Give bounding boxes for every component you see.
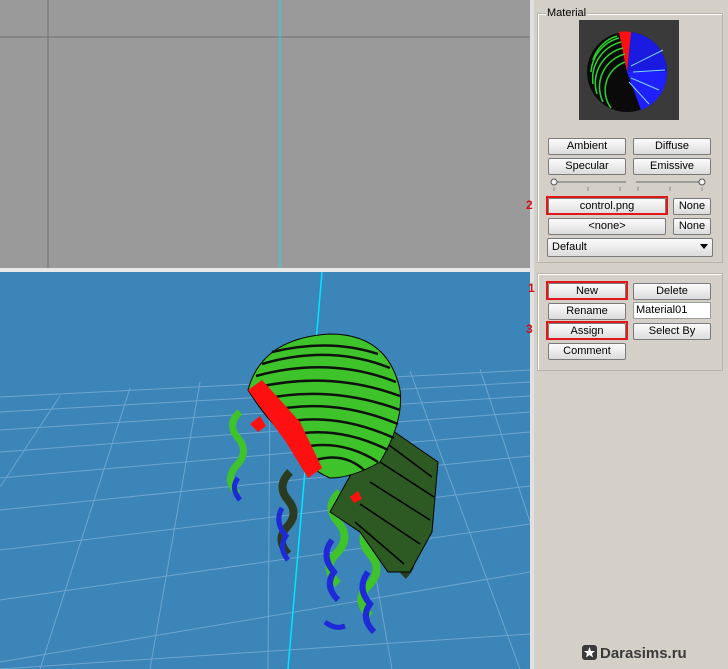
specular-button[interactable]: Specular — [548, 158, 626, 175]
watermark-text: Darasims.ru — [600, 645, 687, 662]
ambient-button[interactable]: Ambient — [548, 138, 626, 155]
star-badge-icon — [582, 645, 597, 660]
chevron-down-icon — [700, 244, 708, 249]
material-sliders[interactable] — [548, 176, 710, 194]
material-preview[interactable] — [579, 20, 679, 120]
material-group-label: Material — [546, 7, 588, 19]
second-slot-button[interactable]: <none> — [548, 218, 666, 235]
perspective-grid — [0, 272, 530, 669]
comment-button[interactable]: Comment — [548, 343, 626, 360]
material-name-field[interactable]: Material01 — [633, 302, 711, 319]
step-marker-3: 3 — [526, 322, 533, 336]
diffuse-button[interactable]: Diffuse — [633, 138, 711, 155]
highlight-new-button — [546, 281, 628, 300]
highlight-assign-button — [546, 321, 628, 340]
blend-mode-value: Default — [552, 241, 587, 253]
material-sphere-icon — [587, 31, 668, 112]
delete-button[interactable]: Delete — [633, 283, 711, 300]
watermark: Darasims.ru — [582, 645, 687, 662]
perspective-viewport[interactable] — [0, 272, 530, 669]
highlight-texture-slot — [546, 196, 668, 215]
texture-none-button[interactable]: None — [673, 198, 711, 215]
blend-mode-dropdown[interactable]: Default — [547, 238, 713, 257]
step-marker-2: 2 — [526, 198, 533, 212]
rename-button[interactable]: Rename — [548, 303, 626, 320]
slider-thumb-right — [698, 178, 706, 186]
material-panel: Material Ambient Diffuse Specular Emissi… — [526, 0, 728, 669]
step-marker-1: 1 — [528, 281, 535, 295]
top-viewport-grid — [0, 0, 530, 268]
top-viewport[interactable] — [0, 0, 530, 268]
emissive-button[interactable]: Emissive — [633, 158, 711, 175]
slider-thumb-left — [550, 178, 558, 186]
second-none-button[interactable]: None — [673, 218, 711, 235]
select-by-button[interactable]: Select By — [633, 323, 711, 340]
